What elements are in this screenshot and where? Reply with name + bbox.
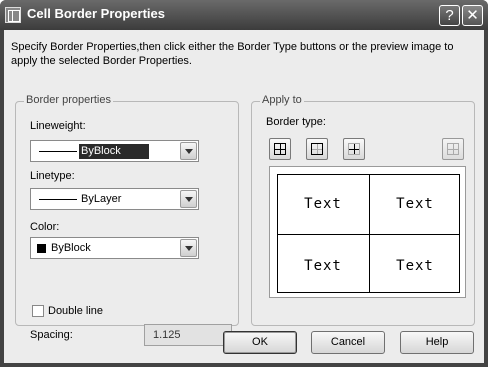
dialog-body: Specify Border Properties,then click eit… bbox=[4, 30, 484, 363]
spacing-input[interactable]: 1.125 bbox=[144, 324, 232, 346]
all-borders-button[interactable] bbox=[269, 138, 291, 160]
inside-borders-button[interactable] bbox=[343, 138, 365, 160]
preview-cell: Text bbox=[396, 258, 434, 274]
preview-cell: Text bbox=[396, 196, 434, 212]
border-properties-group: Border properties Lineweight: ByBlock Li… bbox=[15, 94, 239, 346]
line-sample bbox=[39, 199, 77, 200]
apply-to-group: Apply to Border type: Text Text Text Tex… bbox=[251, 94, 475, 326]
no-borders-icon bbox=[447, 143, 459, 155]
apply-to-legend: Apply to bbox=[260, 94, 304, 106]
preview-table[interactable]: Text Text Text Text bbox=[277, 174, 460, 293]
linetype-select[interactable]: ByLayer bbox=[30, 188, 199, 210]
no-borders-button[interactable] bbox=[442, 138, 464, 160]
preview-cell: Text bbox=[304, 258, 342, 274]
outside-borders-button[interactable] bbox=[306, 138, 328, 160]
chevron-down-icon[interactable] bbox=[180, 142, 197, 160]
help-button[interactable]: Help bbox=[400, 331, 474, 354]
inside-borders-icon bbox=[348, 143, 360, 155]
double-line-checkbox[interactable] bbox=[32, 305, 44, 317]
close-button[interactable]: ✕ bbox=[462, 5, 483, 26]
lineweight-label: Lineweight: bbox=[30, 120, 86, 132]
color-label: Color: bbox=[30, 221, 60, 233]
border-type-label: Border type: bbox=[266, 116, 326, 128]
lineweight-select[interactable]: ByBlock bbox=[30, 140, 199, 162]
app-icon bbox=[5, 7, 21, 23]
all-borders-icon bbox=[274, 143, 286, 155]
outside-borders-icon bbox=[311, 143, 323, 155]
dialog-title: Cell Border Properties bbox=[27, 6, 165, 21]
title-bar: Cell Border Properties ? ✕ bbox=[0, 0, 488, 30]
preview-horizontal-divider bbox=[278, 234, 459, 235]
instructions-text: Specify Border Properties,then click eit… bbox=[11, 41, 454, 67]
double-line-label[interactable]: Double line bbox=[48, 305, 103, 317]
chevron-down-icon[interactable] bbox=[180, 190, 197, 208]
line-sample bbox=[39, 151, 77, 152]
border-preview[interactable]: Text Text Text Text bbox=[269, 166, 466, 298]
preview-cell: Text bbox=[304, 196, 342, 212]
cancel-button[interactable]: Cancel bbox=[311, 331, 385, 354]
color-value: ByBlock bbox=[51, 242, 91, 254]
ok-button[interactable]: OK bbox=[223, 331, 297, 354]
color-select[interactable]: ByBlock bbox=[30, 237, 199, 259]
border-properties-legend: Border properties bbox=[24, 94, 113, 106]
color-swatch bbox=[37, 244, 46, 253]
spacing-label: Spacing: bbox=[30, 329, 73, 341]
chevron-down-icon[interactable] bbox=[180, 239, 197, 257]
linetype-label: Linetype: bbox=[30, 170, 75, 182]
lineweight-value: ByBlock bbox=[79, 144, 149, 159]
linetype-value: ByLayer bbox=[81, 193, 122, 205]
dialog-window: Cell Border Properties ? ✕ Specify Borde… bbox=[0, 0, 488, 367]
help-title-button[interactable]: ? bbox=[439, 5, 460, 26]
